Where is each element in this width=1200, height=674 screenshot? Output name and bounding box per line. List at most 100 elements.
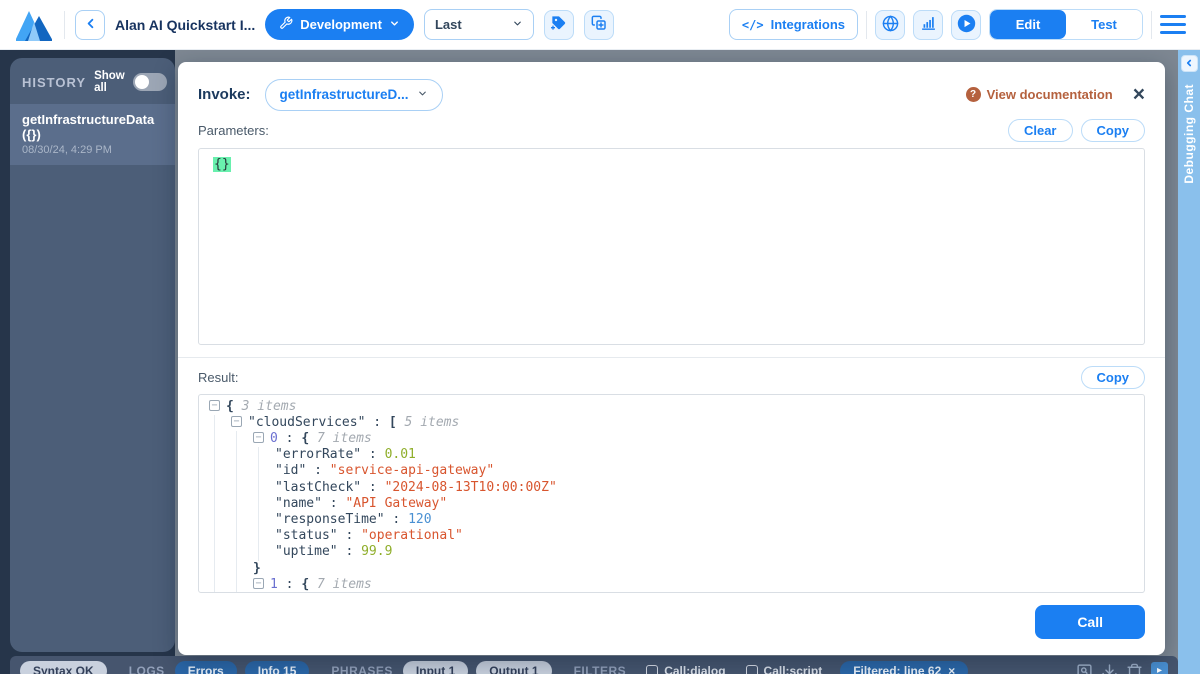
json-brace: { (301, 431, 317, 446)
download-logs-button[interactable] (1101, 661, 1118, 674)
back-button[interactable] (75, 10, 105, 40)
result-label: Result: (198, 370, 1073, 385)
collapse-toggle-icon[interactable]: − (253, 432, 264, 443)
tag-plus-icon (551, 15, 567, 34)
json-string: "operational" (361, 528, 463, 543)
tab-test[interactable]: Test (1066, 10, 1142, 39)
status-bar: Syntax OK LOGS Errors Info 15 PHRASES In… (10, 656, 1178, 674)
menu-button[interactable] (1160, 11, 1186, 38)
input-filter-pill[interactable]: Input 1 (403, 661, 468, 674)
json-punct: : (278, 577, 301, 592)
json-index: 1 (270, 577, 278, 592)
edit-test-toggle: Edit Test (989, 9, 1143, 40)
json-string: "2024-08-13T10:00:00Z" (385, 480, 557, 495)
version-dropdown[interactable]: Last (424, 9, 534, 40)
copy-plus-icon (591, 15, 607, 34)
indent-guide (258, 544, 280, 560)
json-key: "errorRate" (275, 447, 361, 462)
json-tree-row: −{ 3 items (209, 399, 1134, 415)
json-tree-row: "lastCheck" : "2024-08-13T10:00:00Z" (209, 480, 1134, 496)
json-key: "lastCheck" (275, 480, 361, 495)
checkbox-call-script[interactable]: Call:script (744, 661, 825, 674)
json-punct: : (322, 496, 345, 511)
debugging-chat-panel: Debugging Chat (1178, 50, 1200, 674)
clear-button[interactable]: Clear (1008, 119, 1073, 142)
json-meta: 7 items (317, 577, 372, 592)
errors-filter-pill[interactable]: Errors (175, 661, 237, 674)
indent-guide (214, 577, 236, 593)
version-value: Last (435, 17, 462, 32)
web-search-button[interactable] (875, 10, 905, 40)
json-meta: 5 items (405, 415, 460, 430)
checkbox-icon (646, 665, 658, 674)
function-dropdown[interactable]: getInfrastructureD... (265, 79, 443, 111)
output-filter-pill[interactable]: Output 1 (476, 661, 551, 674)
filters-label: FILTERS (572, 661, 629, 674)
result-tree[interactable]: −{ 3 items−"cloudServices" : [ 5 items−0… (198, 394, 1145, 593)
integrations-button[interactable]: </> Integrations (729, 9, 858, 40)
json-key: "status" (275, 528, 338, 543)
json-tree-row: −0 : { 7 items (209, 431, 1134, 447)
indent-guide (258, 447, 280, 463)
close-icon[interactable]: × (1133, 84, 1145, 105)
filtered-line-pill[interactable]: Filtered: line 62× (840, 661, 968, 674)
json-float: 99.9 (361, 544, 392, 559)
menu-icon (1160, 15, 1186, 18)
parameters-editor[interactable]: {} (198, 148, 1145, 345)
alan-logo-icon[interactable] (14, 8, 54, 42)
indent-guide (214, 480, 236, 496)
json-meta: 3 items (242, 399, 297, 414)
indent-guide (258, 480, 280, 496)
show-all-toggle[interactable] (133, 73, 167, 91)
json-key: "cloudServices" (248, 415, 365, 430)
history-item-timestamp: 08/30/24, 4:29 PM (22, 144, 163, 156)
chevron-left-icon (1184, 55, 1194, 73)
indent-guide (236, 528, 258, 544)
info-filter-pill[interactable]: Info 15 (245, 661, 310, 674)
json-tree-row: "id" : "service-api-gateway" (209, 463, 1134, 479)
view-documentation-link[interactable]: ? View documentation (966, 87, 1113, 102)
chat-search-button[interactable] (1076, 661, 1093, 674)
remove-filter-icon[interactable]: × (948, 664, 955, 674)
json-index: 0 (270, 431, 278, 446)
wrench-icon (279, 16, 293, 33)
function-dropdown-value: getInfrastructureD... (280, 87, 409, 102)
environment-dropdown[interactable]: Development (265, 9, 414, 40)
tab-edit[interactable]: Edit (990, 10, 1066, 39)
json-punct: : (338, 544, 361, 559)
toggle-knob (135, 75, 149, 89)
divider (64, 11, 65, 39)
collapse-toggle-icon[interactable]: − (253, 578, 264, 589)
json-tree-row: "errorRate" : 0.01 (209, 447, 1134, 463)
checkbox-call-dialog[interactable]: Call:dialog (644, 661, 727, 674)
collapse-toggle-icon[interactable]: − (231, 416, 242, 427)
bar-chart-icon (920, 15, 937, 35)
duplicate-button[interactable] (584, 10, 614, 40)
json-punct: : (385, 512, 408, 527)
json-key: "responseTime" (275, 512, 385, 527)
invoke-modal: Invoke: getInfrastructureD... ? View doc… (178, 62, 1165, 655)
open-panel-button[interactable]: ▸ (1151, 662, 1168, 674)
call-button[interactable]: Call (1035, 605, 1145, 639)
analytics-button[interactable] (913, 10, 943, 40)
json-string: "service-api-gateway" (330, 463, 494, 478)
indent-guide (214, 447, 236, 463)
chevron-left-icon (83, 16, 98, 34)
panel-icon: ▸ (1157, 665, 1162, 674)
json-brace: { (226, 399, 242, 414)
clear-logs-button[interactable] (1126, 661, 1143, 674)
copy-parameters-button[interactable]: Copy (1081, 119, 1146, 142)
history-item[interactable]: getInfrastructureData ({}) 08/30/24, 4:2… (10, 104, 175, 165)
divider (178, 357, 1165, 358)
divider (1151, 11, 1152, 39)
invoke-label: Invoke: (198, 86, 251, 103)
add-version-tag-button[interactable] (544, 10, 574, 40)
run-button[interactable] (951, 10, 981, 40)
collapse-toggle-icon[interactable]: − (209, 400, 220, 411)
copy-result-button[interactable]: Copy (1081, 366, 1146, 389)
expand-chat-button[interactable] (1181, 55, 1198, 72)
help-icon: ? (966, 87, 981, 102)
json-punct: : (361, 447, 384, 462)
indent-guide (236, 447, 258, 463)
indent-guide (214, 431, 236, 447)
